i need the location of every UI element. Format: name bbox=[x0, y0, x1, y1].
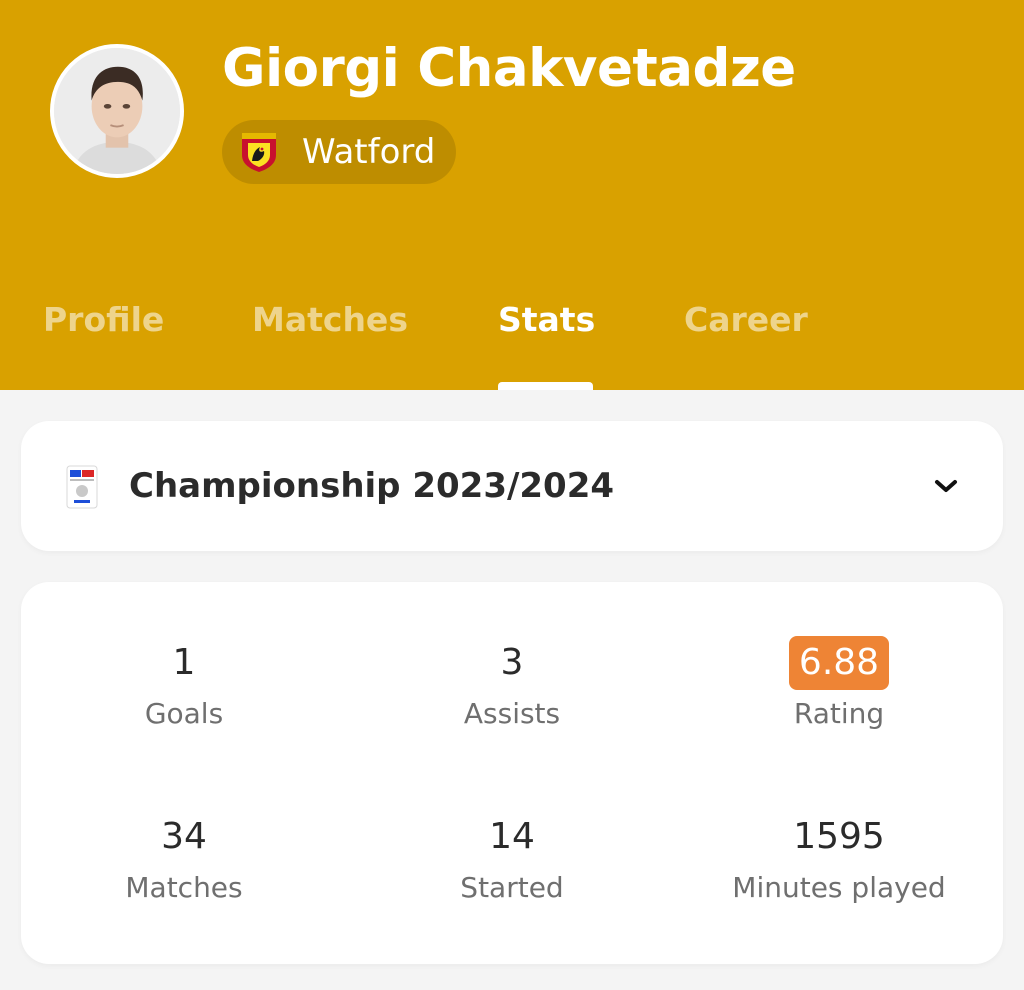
stat-value: 3 bbox=[500, 642, 524, 683]
stat-matches: 34 Matches bbox=[34, 816, 334, 906]
team-name: Watford bbox=[302, 132, 436, 172]
stats-card: 1 Goals 3 Assists 6.88 Rating 34 Matches… bbox=[21, 582, 1003, 964]
stat-started: 14 Started bbox=[362, 816, 662, 906]
stat-goals: 1 Goals bbox=[34, 642, 334, 732]
stat-label: Minutes played bbox=[732, 871, 946, 904]
stat-assists: 3 Assists bbox=[362, 642, 662, 732]
stat-value: 6.88 bbox=[689, 636, 989, 690]
stat-value: 14 bbox=[489, 816, 535, 857]
chevron-down-icon[interactable] bbox=[933, 477, 959, 495]
efl-championship-logo-icon bbox=[66, 465, 98, 509]
stat-label: Goals bbox=[144, 697, 224, 730]
watford-crest-icon bbox=[242, 133, 276, 172]
league-name: Championship 2023/2024 bbox=[129, 466, 615, 506]
stat-value: 1595 bbox=[793, 816, 885, 857]
stat-rating: 6.88 Rating bbox=[689, 636, 989, 732]
active-tab-indicator bbox=[498, 382, 593, 390]
tab-bar: Profile Matches Stats Career bbox=[0, 300, 1024, 390]
stat-label: Rating bbox=[793, 697, 885, 730]
tab-stats[interactable]: Stats bbox=[498, 300, 595, 390]
player-name: Giorgi Chakvetadze bbox=[222, 38, 796, 99]
stat-label: Assists bbox=[463, 697, 561, 730]
rating-badge: 6.88 bbox=[788, 636, 890, 690]
team-link[interactable]: Watford bbox=[222, 120, 456, 184]
player-photo bbox=[54, 48, 180, 174]
stat-value: 1 bbox=[172, 642, 196, 683]
stat-value: 34 bbox=[161, 816, 207, 857]
stat-label: Started bbox=[460, 871, 564, 904]
stat-minutes-played: 1595 Minutes played bbox=[689, 816, 989, 906]
stat-label: Matches bbox=[125, 871, 243, 904]
tab-career[interactable]: Career bbox=[684, 300, 808, 390]
player-header: Giorgi Chakvetadze Watford Profile Match… bbox=[0, 0, 1024, 390]
league-selector[interactable]: Championship 2023/2024 bbox=[21, 421, 1003, 551]
player-avatar bbox=[50, 44, 184, 178]
tab-matches[interactable]: Matches bbox=[252, 300, 408, 390]
tab-profile[interactable]: Profile bbox=[43, 300, 164, 390]
